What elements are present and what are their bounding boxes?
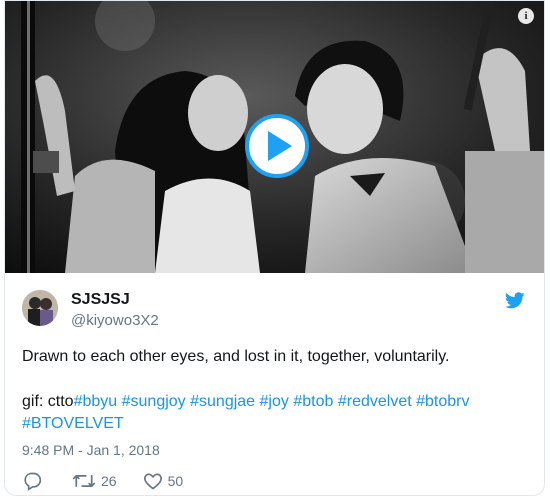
hashtag-link[interactable]: #sungjae [190, 393, 255, 410]
play-icon [268, 131, 292, 161]
user-handle[interactable]: @kiyowo3X2 [71, 312, 159, 329]
avatar-image [22, 290, 58, 326]
hashtag-link[interactable]: #btobrv [416, 393, 469, 410]
timestamp[interactable]: 9:48 PM - Jan 1, 2018 [22, 442, 160, 458]
reply-icon [24, 472, 42, 491]
info-icon[interactable]: i [518, 8, 534, 24]
tweet-text: Drawn to each other eyes, and lost in it… [22, 348, 450, 365]
like-button[interactable]: 50 [143, 471, 184, 491]
tweet-card: i SJSJSJ @kiyowo3X2 Drawn to each other … [4, 0, 545, 496]
retweet-button[interactable]: 26 [72, 471, 117, 491]
display-name[interactable]: SJSJSJ [71, 291, 130, 309]
twitter-bird-icon[interactable] [505, 292, 525, 309]
heart-icon [143, 473, 162, 490]
hashtag-link[interactable]: #BTOVELVET [22, 415, 124, 432]
hashtag-link[interactable]: #joy [260, 393, 289, 410]
gif-credit: gif: ctto [22, 393, 74, 410]
hashtag-link[interactable]: #btob [293, 393, 333, 410]
hashtag-link[interactable]: #redvelvet [338, 393, 412, 410]
like-count: 50 [167, 473, 184, 489]
play-button[interactable] [245, 114, 309, 178]
avatar[interactable] [22, 290, 58, 326]
tweet-gif-credit-line: gif: ctto#bbyu #sungjoy #sungjae #joy #b… [22, 392, 532, 412]
retweet-icon [72, 475, 96, 487]
action-bar: 26 50 [22, 470, 183, 492]
video-media[interactable]: i [5, 1, 544, 273]
hashtag-link[interactable]: #sungjoy [122, 393, 186, 410]
hashtag-link[interactable]: #bbyu [74, 393, 118, 410]
retweet-count: 26 [101, 473, 117, 489]
tweet-hashtag-line: #BTOVELVET [22, 414, 532, 434]
reply-button[interactable] [22, 471, 42, 491]
